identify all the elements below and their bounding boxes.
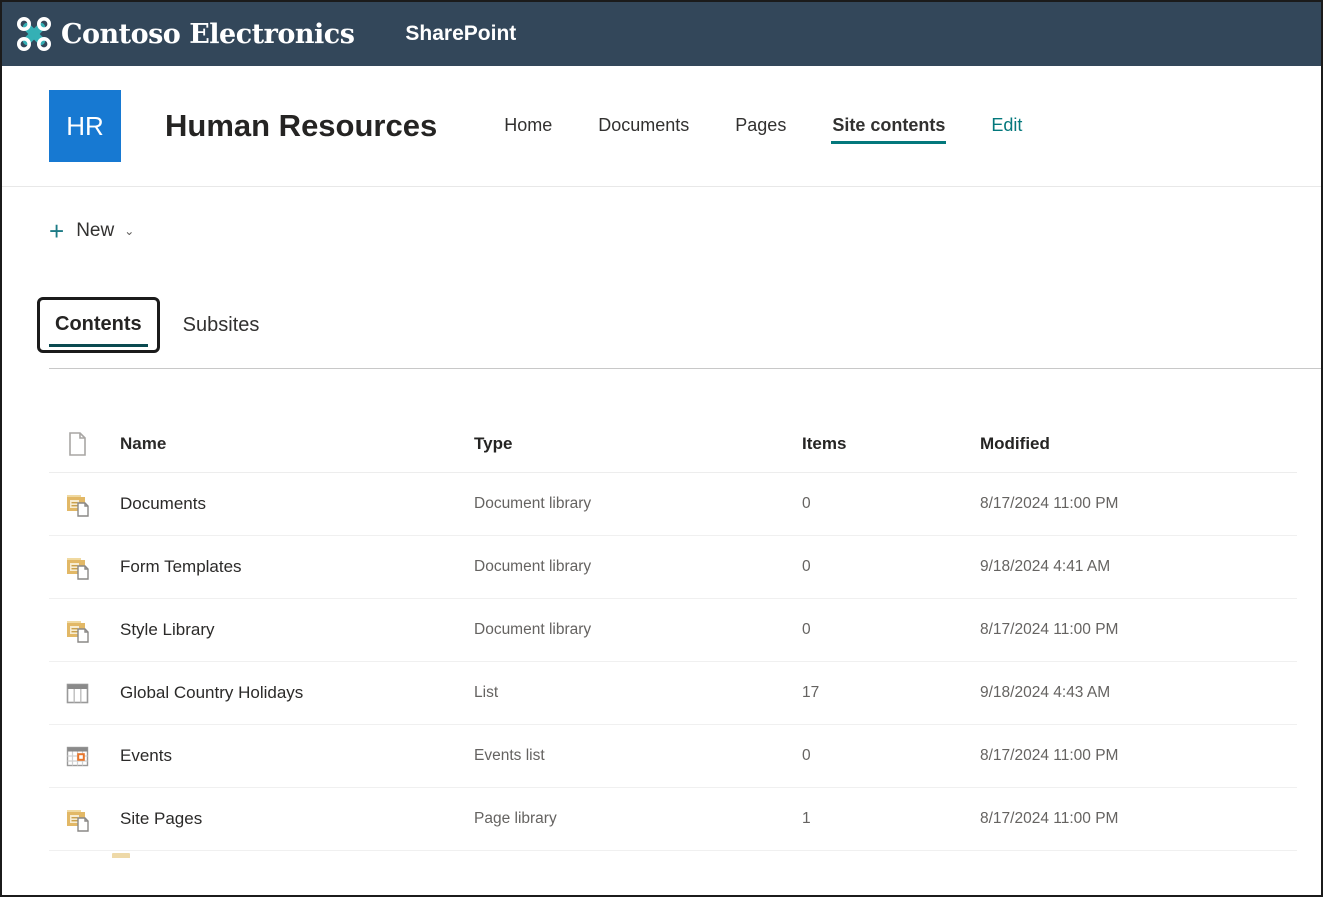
document-library-icon [65,491,92,518]
brand-name: Contoso Electronics [61,19,354,50]
table-row-site-pages[interactable]: Site Pages Page library 1 8/17/2024 11:0… [49,788,1297,851]
table-row-style-library[interactable]: Style Library Document library 0 8/17/20… [49,599,1297,662]
table-row-events[interactable]: Events Events list 0 8/17/2024 11:00 PM [49,725,1297,788]
row-type: Document library [474,495,802,513]
column-header-modified[interactable]: Modified [980,434,1297,454]
row-name: Style Library [120,620,474,640]
sharepoint-app-name[interactable]: SharePoint [405,22,516,46]
document-library-icon [65,617,92,644]
row-modified: 8/17/2024 11:00 PM [980,810,1297,828]
column-header-items[interactable]: Items [802,434,980,454]
row-type: Document library [474,621,802,639]
column-header-type[interactable]: Type [474,434,802,454]
row-items: 0 [802,495,980,513]
pivot-tabs: Contents Subsites [37,297,1321,353]
row-items: 17 [802,684,980,702]
row-items: 0 [802,621,980,639]
row-name: Events [120,746,474,766]
row-items: 0 [802,558,980,576]
document-library-icon [65,806,92,833]
table-row-form-templates[interactable]: Form Templates Document library 0 9/18/2… [49,536,1297,599]
suite-bar: Contoso Electronics SharePoint [2,2,1321,66]
row-modified: 9/18/2024 4:41 AM [980,558,1297,576]
row-name: Site Pages [120,809,474,829]
column-header-name[interactable]: Name [120,434,474,454]
tab-contents[interactable]: Contents [37,297,160,353]
chevron-down-icon: ⌄ [124,224,134,238]
new-button[interactable]: + New ⌄ [49,220,134,242]
row-name: Form Templates [120,557,474,577]
contoso-logo-icon [15,15,53,53]
row-name: Documents [120,494,474,514]
list-icon [65,681,90,706]
site-nav: Home Documents Pages Site contents Edit [503,109,1023,144]
new-button-label: New [76,220,114,242]
row-type: Events list [474,747,802,765]
nav-item-pages[interactable]: Pages [734,109,787,144]
row-name: Global Country Holidays [120,683,474,703]
row-type: List [474,684,802,702]
table-header-row: Name Type Items Modified [49,369,1297,473]
site-contents-table: Name Type Items Modified Documents Docum… [49,369,1297,858]
table-body: Documents Document library 0 8/17/2024 1… [49,473,1297,851]
plus-icon: + [49,221,64,241]
row-type: Document library [474,558,802,576]
table-row-global-country-holidays[interactable]: Global Country Holidays List 17 9/18/202… [49,662,1297,725]
file-type-column-icon[interactable] [49,431,120,457]
row-modified: 8/17/2024 11:00 PM [980,495,1297,513]
table-row-documents[interactable]: Documents Document library 0 8/17/2024 1… [49,473,1297,536]
nav-item-edit[interactable]: Edit [990,109,1023,144]
page-icon [67,431,88,457]
row-modified: 8/17/2024 11:00 PM [980,621,1297,639]
tab-subsites[interactable]: Subsites [183,314,260,337]
nav-item-documents[interactable]: Documents [597,109,690,144]
row-type: Page library [474,810,802,828]
events-calendar-icon [65,744,90,769]
row-items: 0 [802,747,980,765]
document-library-icon [65,554,92,581]
nav-item-site-contents[interactable]: Site contents [831,109,946,144]
row-modified: 8/17/2024 11:00 PM [980,747,1297,765]
command-bar: + New ⌄ [2,187,1321,245]
site-title[interactable]: Human Resources [165,108,437,144]
row-modified: 9/18/2024 4:43 AM [980,684,1297,702]
clipped-next-row-icon [112,853,130,858]
row-items: 1 [802,810,980,828]
site-logo-tile[interactable]: HR [49,90,121,162]
site-header: HR Human Resources Home Documents Pages … [2,66,1321,187]
nav-item-home[interactable]: Home [503,109,553,144]
